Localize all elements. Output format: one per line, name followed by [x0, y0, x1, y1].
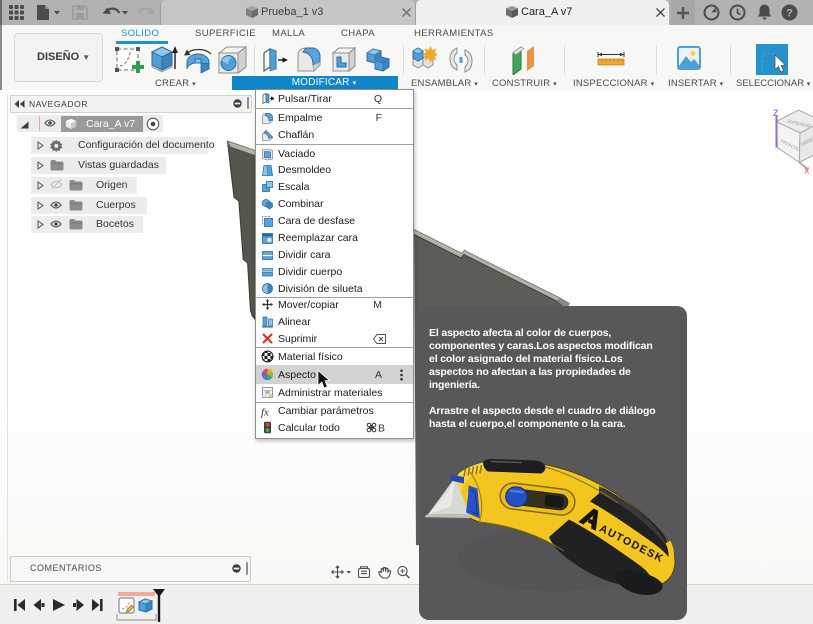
svg-text:fx: fx — [261, 406, 269, 418]
svg-text:B: B — [378, 422, 385, 433]
svg-text:Z: Z — [773, 108, 779, 118]
svg-text:X: X — [804, 167, 810, 176]
svg-text:?: ? — [786, 8, 793, 20]
